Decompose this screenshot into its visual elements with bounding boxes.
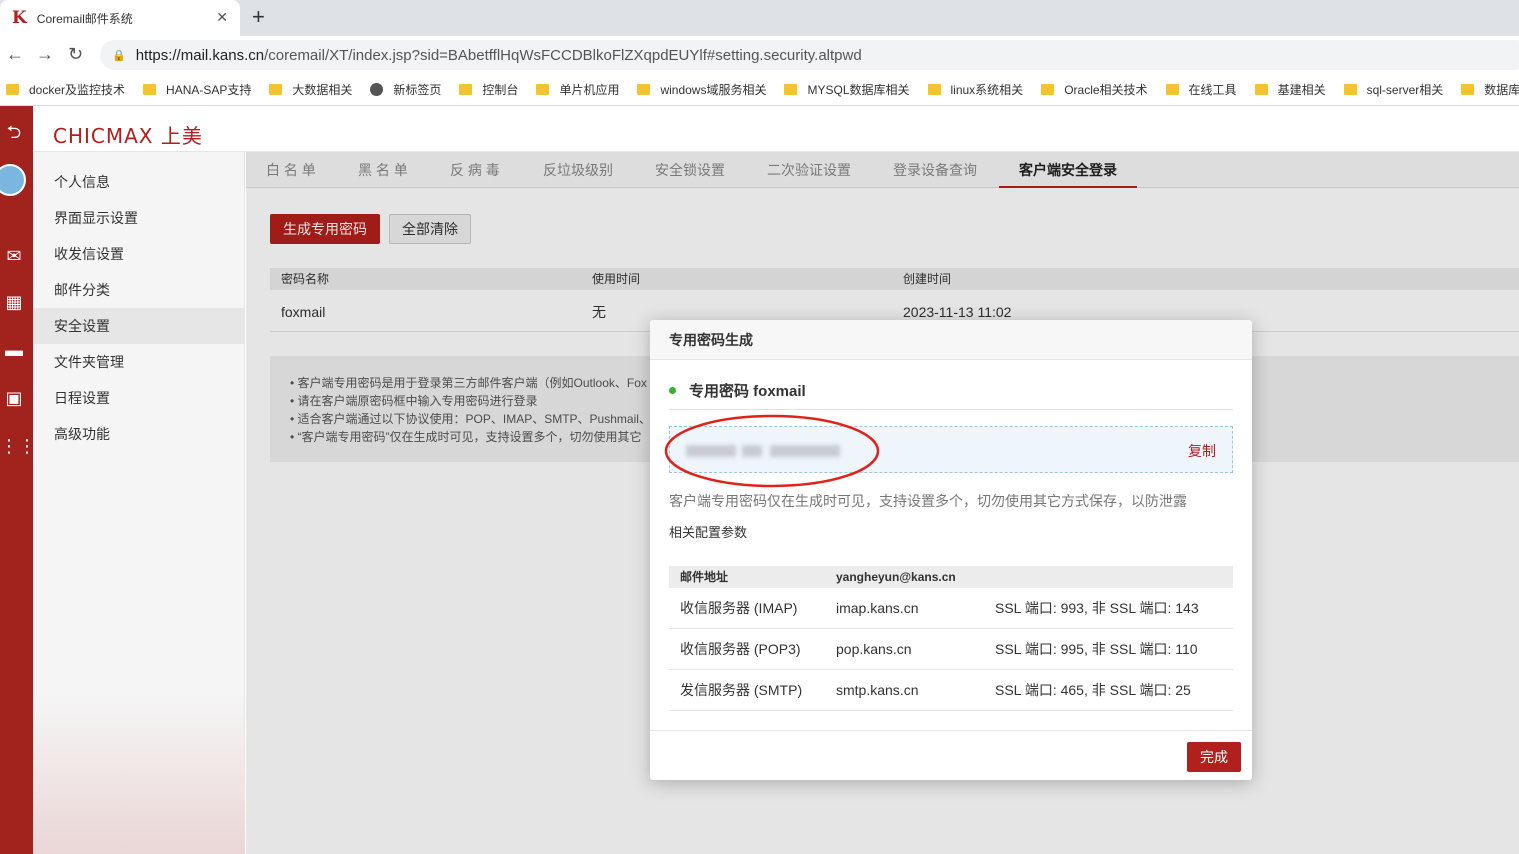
- tab-title: Coremail邮件系统: [36, 11, 133, 26]
- bookmark-item[interactable]: linux系统相关: [927, 81, 1023, 98]
- app-header: CHICMAX 上美: [33, 106, 1519, 152]
- table-row: 收信服务器 (IMAP) imap.kans.cn SSL 端口: 993, 非…: [669, 588, 1233, 629]
- bookmark-item[interactable]: 新标签页: [370, 81, 441, 98]
- config-label: 邮件地址: [680, 570, 729, 584]
- password-modal: 专用密码生成 专用密码 foxmail 复制 客户端专用密码仅在生成时可见，支持…: [650, 320, 1252, 780]
- browser-tabbar: K Coremail邮件系统 ✕ +: [0, 0, 1519, 36]
- config-table: 邮件地址 yangheyun@kans.cn 收信服务器 (IMAP) imap…: [669, 566, 1233, 711]
- folder-icon: [459, 84, 473, 95]
- config-ports: SSL 端口: 993, 非 SSL 端口: 143: [995, 600, 1199, 616]
- sidebar-item-folders[interactable]: 文件夹管理: [33, 344, 245, 380]
- config-host: smtp.kans.cn: [836, 682, 919, 698]
- bookmark-item[interactable]: 单片机应用: [536, 81, 619, 98]
- status-dot-icon: [669, 387, 676, 394]
- folder-icon: [927, 84, 941, 95]
- contacts-icon[interactable]: ▣: [0, 388, 28, 409]
- sidebar-item-security[interactable]: 安全设置: [33, 308, 245, 344]
- modal-title: 专用密码生成: [650, 320, 1252, 360]
- folder-icon: [784, 84, 798, 95]
- config-label: 收信服务器 (POP3): [680, 641, 801, 657]
- browser-tab[interactable]: K Coremail邮件系统 ✕: [0, 0, 240, 36]
- highlight-ellipse: [664, 414, 880, 488]
- new-tab-icon[interactable]: +: [252, 4, 265, 30]
- folder-icon: [1041, 84, 1055, 95]
- folder-nav-icon[interactable]: ▬: [0, 340, 28, 361]
- email-address: yangheyun@kans.cn: [836, 570, 956, 584]
- folder-icon: [143, 84, 157, 95]
- decorative-background: [33, 694, 245, 854]
- table-row: 收信服务器 (POP3) pop.kans.cn SSL 端口: 995, 非 …: [669, 629, 1233, 670]
- config-host: imap.kans.cn: [836, 600, 919, 616]
- folder-icon: [536, 84, 550, 95]
- sidebar-item-classification[interactable]: 邮件分类: [33, 272, 245, 308]
- bookmark-item[interactable]: 控制台: [459, 81, 518, 98]
- bookmarks-bar: docker及监控技术 HANA-SAP支持 大数据相关 新标签页 控制台 单片…: [0, 74, 1519, 106]
- password-heading: 专用密码 foxmail: [669, 372, 1233, 410]
- folder-icon: [1165, 84, 1179, 95]
- back-arrow-icon[interactable]: ⮌: [0, 120, 28, 150]
- config-label: 发信服务器 (SMTP): [680, 682, 803, 698]
- done-button[interactable]: 完成: [1187, 742, 1241, 772]
- folder-icon: [1254, 84, 1268, 95]
- settings-sidebar: 个人信息 界面显示设置 收发信设置 邮件分类 安全设置 文件夹管理 日程设置 高…: [33, 152, 245, 854]
- bookmark-item[interactable]: docker及监控技术: [6, 81, 125, 98]
- app-nav-strip: ⮌ ✉ ▦ ▬ ▣ ⋮⋮: [0, 106, 36, 854]
- sidebar-item-advanced[interactable]: 高级功能: [33, 416, 245, 452]
- sidebar-item-calendar[interactable]: 日程设置: [33, 380, 245, 416]
- sidebar-item-display[interactable]: 界面显示设置: [33, 200, 245, 236]
- bookmark-item[interactable]: HANA-SAP支持: [143, 81, 251, 98]
- folder-icon: [269, 84, 283, 95]
- bookmark-item[interactable]: 大数据相关: [269, 81, 352, 98]
- bookmark-item[interactable]: 在线工具: [1165, 81, 1237, 98]
- bookmark-item[interactable]: 数据库: [1461, 81, 1519, 98]
- config-label: 收信服务器 (IMAP): [680, 600, 798, 616]
- bookmark-item[interactable]: 基建相关: [1254, 81, 1326, 98]
- lock-icon: 🔒: [112, 49, 126, 62]
- bookmark-item[interactable]: sql-server相关: [1343, 81, 1443, 98]
- bookmark-item[interactable]: windows域服务相关: [637, 81, 766, 98]
- config-header-row: 邮件地址 yangheyun@kans.cn: [669, 566, 1233, 588]
- bookmark-item[interactable]: Oracle相关技术: [1041, 81, 1148, 98]
- mail-icon[interactable]: ✉: [0, 246, 28, 267]
- url-host: https://mail.kans.cn: [135, 46, 265, 64]
- logo: CHICMAX 上美: [53, 124, 203, 148]
- url-input[interactable]: 🔒 https://mail.kans.cn /coremail/XT/inde…: [100, 40, 1519, 70]
- config-ports: SSL 端口: 465, 非 SSL 端口: 25: [995, 682, 1191, 698]
- sidebar-item-send-receive[interactable]: 收发信设置: [33, 236, 245, 272]
- config-host: pop.kans.cn: [836, 641, 912, 657]
- modal-footer: 完成: [650, 730, 1252, 780]
- back-icon[interactable]: ←: [6, 44, 24, 65]
- folder-icon: [637, 84, 651, 95]
- password-label: 专用密码 foxmail: [689, 383, 806, 400]
- security-tip: 客户端专用密码仅在生成时可见，支持设置多个，切勿使用其它方式保存，以防泄露: [669, 493, 1187, 509]
- url-path: /coremail/XT/index.jsp?sid=BAbetfflHqWsF…: [264, 46, 862, 64]
- copy-button[interactable]: 复制: [1188, 441, 1216, 461]
- close-icon[interactable]: ✕: [216, 9, 228, 26]
- sidebar-item-profile[interactable]: 个人信息: [33, 164, 245, 200]
- globe-icon: [370, 83, 384, 96]
- forward-icon[interactable]: →: [36, 44, 54, 65]
- calendar-icon[interactable]: ▦: [0, 292, 28, 313]
- apps-grid-icon[interactable]: ⋮⋮: [0, 436, 36, 457]
- reload-icon[interactable]: ↻: [68, 44, 83, 65]
- avatar[interactable]: [0, 164, 26, 196]
- bookmark-item[interactable]: MYSQL数据库相关: [784, 81, 910, 98]
- folder-icon: [1461, 84, 1475, 95]
- config-ports: SSL 端口: 995, 非 SSL 端口: 110: [995, 641, 1198, 657]
- address-bar-row: ← → ↻ 🔒 https://mail.kans.cn /coremail/X…: [0, 36, 1519, 74]
- favicon-icon: K: [12, 8, 27, 28]
- folder-icon: [1343, 84, 1357, 95]
- config-title: 相关配置参数: [669, 525, 748, 540]
- folder-icon: [6, 84, 19, 95]
- table-row: 发信服务器 (SMTP) smtp.kans.cn SSL 端口: 465, 非…: [669, 670, 1233, 711]
